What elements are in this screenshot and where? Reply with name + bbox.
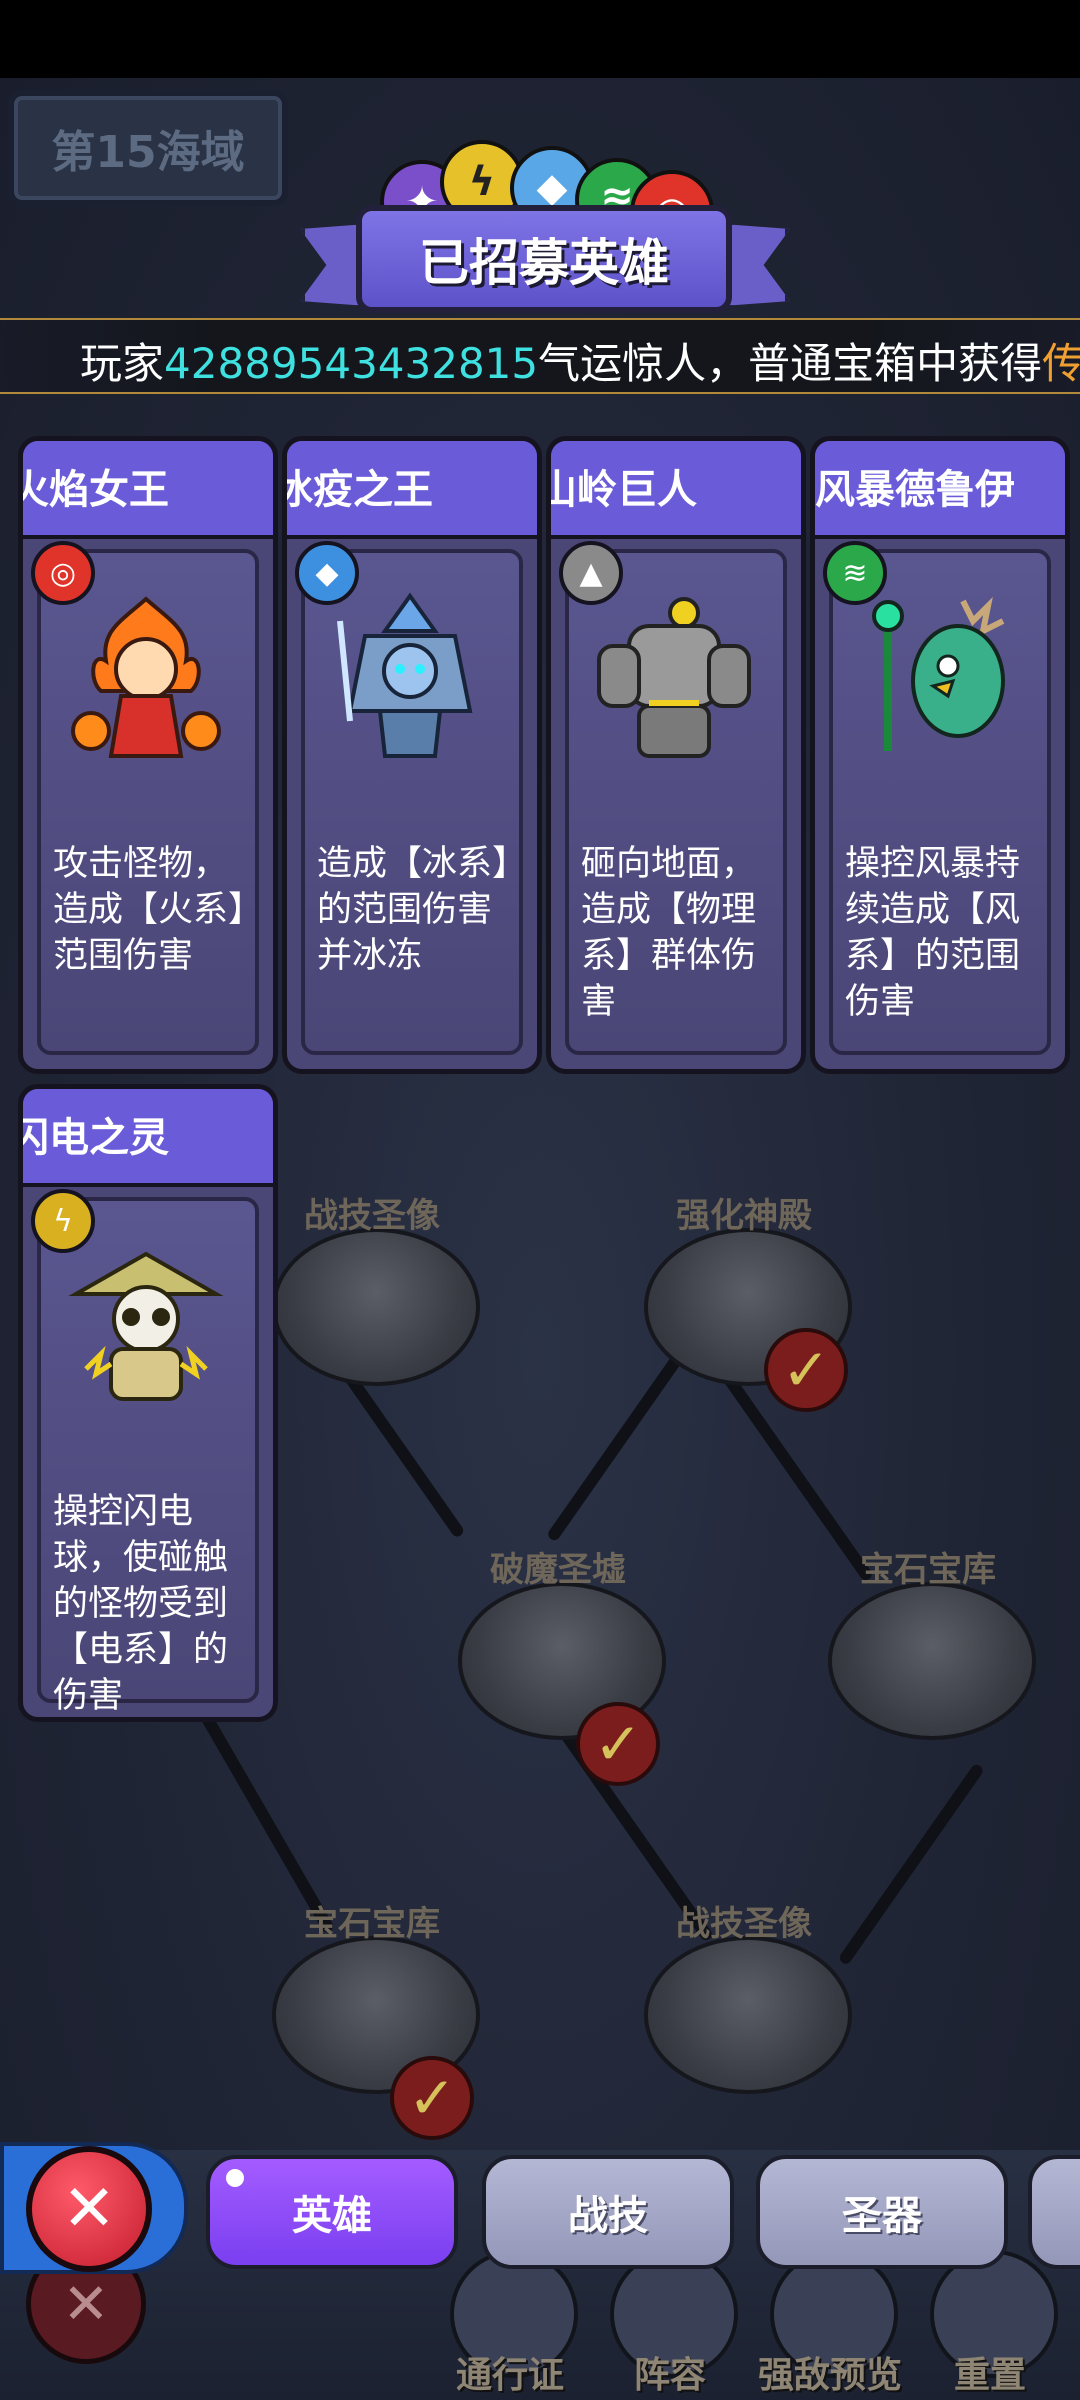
- check-icon: ✓: [576, 1702, 660, 1786]
- tab-skills[interactable]: 战技: [482, 2155, 734, 2269]
- node-building-icon: [644, 1936, 852, 2094]
- nav-label: 通行证: [455, 2355, 564, 2396]
- hero-card-ice-king[interactable]: 冰疫之王 ◆ 造成【冰系】的范围伤害并冰冻: [282, 436, 542, 1074]
- ticker-player-id: 42889543432815: [164, 339, 539, 388]
- map-node[interactable]: 战技圣像: [634, 1896, 854, 2096]
- region-label: 第15海域: [51, 127, 245, 178]
- map-node-label: 宝石宝库: [860, 1550, 996, 1590]
- ticker-middle: 气运惊人，普通宝箱中获得: [538, 339, 1043, 388]
- hero-name: 冰疫之王: [282, 467, 433, 513]
- nav-enemy-preview[interactable]: 强敌预览: [758, 2250, 902, 2400]
- hero-description: 造成【冰系】的范围伤害并冰冻: [317, 844, 510, 976]
- hero-description: 砸向地面，造成【物理系】群体伤害: [581, 844, 757, 1022]
- map-node[interactable]: 战技圣像: [262, 1188, 482, 1388]
- page-title: 已招募英雄: [419, 234, 669, 292]
- selected-dot-icon: [226, 2169, 244, 2187]
- fire-queen-portrait-icon: [71, 596, 221, 758]
- nav-label: 阵容: [633, 2355, 706, 2396]
- bottom-nav: 通行证 阵容 强敌预览 重置: [440, 2250, 1080, 2400]
- check-icon: ✓: [764, 1328, 848, 1412]
- hero-name: 山岭巨人: [546, 467, 697, 513]
- tab-label: 圣器: [842, 2193, 922, 2239]
- check-icon: ✓: [390, 2056, 474, 2140]
- nav-label: 重置: [953, 2355, 1026, 2396]
- map-node-label: 战技圣像: [304, 1196, 440, 1236]
- hero-description: 操控风暴持续造成【风系】的范围伤害: [845, 844, 1021, 1022]
- lightning-spirit-portrait-icon: [68, 1251, 224, 1401]
- map-node[interactable]: 宝石宝库 ✓: [262, 1896, 482, 2140]
- announcement-ticker: 玩家42889543432815气运惊人，普通宝箱中获得传: [0, 318, 1080, 394]
- map-node[interactable]: 强化神殿 ✓: [634, 1188, 854, 1412]
- storm-druid-portrait-icon: [872, 596, 1005, 751]
- close-icon: ✕: [62, 2172, 116, 2246]
- nav-reset[interactable]: 重置: [920, 2250, 1060, 2400]
- ice-king-portrait-icon: [337, 592, 473, 758]
- tab-artifacts[interactable]: 圣器: [756, 2155, 1008, 2269]
- hero-card-fire-queen[interactable]: 火焰女王 ◎ 攻击怪物，造成【火系】范围伤害: [18, 436, 278, 1074]
- ticker-tail: 传: [1042, 339, 1080, 388]
- tab-label: 英雄: [292, 2193, 372, 2239]
- tab-heroes[interactable]: 英雄: [206, 2155, 458, 2269]
- hero-name: 火焰女王: [18, 467, 169, 513]
- tab-label: 战技: [568, 2193, 648, 2239]
- map-node[interactable]: 破魔圣墟 ✓: [448, 1542, 668, 1786]
- map-node-label: 战技圣像: [676, 1904, 812, 1944]
- title-banner: 已招募英雄: [356, 205, 732, 313]
- close-button[interactable]: ✕: [26, 2146, 152, 2272]
- map-node-label: 破魔圣墟: [490, 1550, 626, 1590]
- ticker-prefix: 玩家: [80, 339, 165, 388]
- map-node[interactable]: 宝石宝库: [818, 1542, 1038, 1742]
- ticker-text: 玩家42889543432815气运惊人，普通宝箱中获得传: [80, 330, 1080, 391]
- map-node-label: 强化神殿: [676, 1196, 812, 1236]
- node-building-icon: [828, 1582, 1036, 1740]
- status-bar: [0, 0, 1080, 78]
- nav-label: 强敌预览: [757, 2355, 902, 2396]
- hero-description: 攻击怪物，造成【火系】范围伤害: [53, 844, 246, 976]
- nav-lineup[interactable]: 阵容: [600, 2250, 740, 2400]
- nav-pass[interactable]: 通行证: [440, 2250, 580, 2400]
- node-building-icon: [272, 1228, 480, 1386]
- map-node-label: 宝石宝库: [304, 1904, 440, 1944]
- region-badge: 第15海域: [8, 90, 288, 206]
- hero-card-lightning-spirit[interactable]: 闪电之灵 ϟ 操控闪电球，使碰触的怪物受到【电系】的伤害: [18, 1084, 278, 1722]
- hero-name: 闪电之灵: [18, 1115, 169, 1161]
- tab-more[interactable]: [1028, 2155, 1080, 2269]
- hero-name: 风暴德鲁伊: [815, 467, 1015, 513]
- hero-card-mountain-giant[interactable]: 山岭巨人 ▲ 砸向地面，造成【物理系】群体伤害: [546, 436, 806, 1074]
- hero-card-storm-druid[interactable]: 风暴德鲁伊 ≋ 操控风暴持续造成【风系】的范围伤害: [810, 436, 1070, 1074]
- mountain-giant-portrait-icon: [597, 597, 751, 758]
- hero-description: 操控闪电球，使碰触的怪物受到【电系】的伤害: [53, 1492, 229, 1716]
